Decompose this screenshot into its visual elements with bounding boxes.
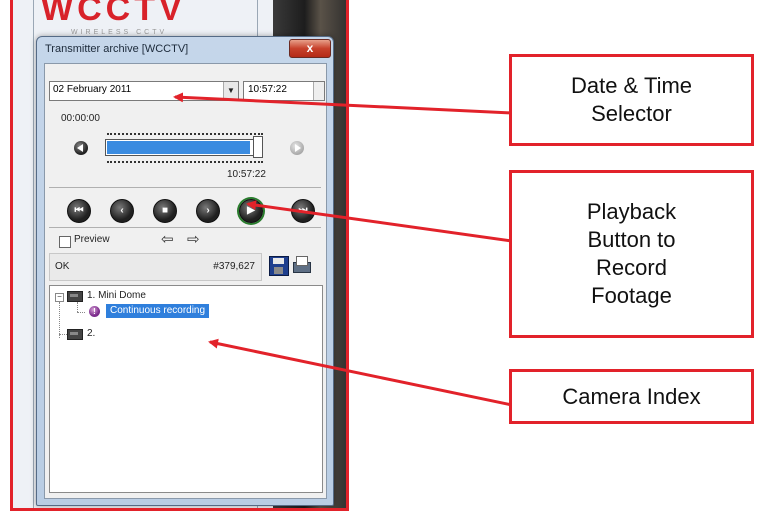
status-text: OK bbox=[55, 261, 70, 272]
status-bar: OK #379,627 bbox=[49, 253, 262, 281]
callout-line: Playback bbox=[586, 199, 677, 224]
transmitter-archive-dialog: Transmitter archive [WCCTV] x 02 Februar… bbox=[36, 36, 334, 506]
wcctv-logo: WCCTV bbox=[41, 0, 186, 28]
timeline-progress bbox=[107, 141, 250, 154]
callout-line: Selector bbox=[591, 101, 672, 126]
time-value: 10:57:22 bbox=[248, 84, 287, 95]
tree-connector bbox=[59, 334, 67, 335]
dialog-titlebar[interactable]: Transmitter archive [WCCTV] x bbox=[37, 37, 333, 63]
tree-item-label[interactable]: 1. Mini Dome bbox=[87, 290, 146, 301]
callout-text: Date & Time Selector bbox=[571, 72, 692, 128]
divider bbox=[49, 187, 321, 188]
screenshot-frame: WCCTV WIRELESS CCTV Transmitter archive … bbox=[10, 0, 349, 511]
timeline-start-time: 00:00:00 bbox=[61, 113, 100, 124]
arrow-left-icon[interactable]: ⇦ bbox=[161, 230, 174, 248]
skip-forward-button[interactable]: ⏭ bbox=[291, 199, 315, 223]
forward-icon: › bbox=[206, 205, 210, 216]
tree-item-continuous-recording[interactable]: Continuous recording bbox=[106, 304, 210, 318]
collapse-icon[interactable]: − bbox=[55, 293, 64, 302]
date-combobox[interactable]: 02 February 2011 ▼ bbox=[49, 81, 239, 101]
callout-camera-index: Camera Index bbox=[509, 369, 754, 424]
rewind-button[interactable]: ‹ bbox=[110, 199, 134, 223]
preview-label: Preview bbox=[74, 234, 110, 245]
tree-connector bbox=[77, 302, 78, 312]
rewind-icon: ‹ bbox=[120, 205, 124, 216]
camera-index-tree: − 1. Mini Dome ! Continuous recording 2. bbox=[49, 285, 323, 493]
timeline-ticks-bottom bbox=[107, 161, 263, 165]
close-button[interactable]: x bbox=[289, 39, 331, 58]
callout-playback: Playback Button to Record Footage bbox=[509, 170, 754, 338]
time-field[interactable]: 10:57:22 bbox=[243, 81, 325, 101]
callout-line: Camera Index bbox=[562, 383, 701, 409]
alert-icon: ! bbox=[89, 306, 100, 317]
camera-icon bbox=[67, 291, 83, 302]
tree-connector bbox=[59, 302, 61, 338]
callout-line: Button to bbox=[587, 227, 676, 252]
callout-line: Date & Time bbox=[570, 73, 693, 98]
play-icon: ▶ bbox=[247, 205, 255, 216]
stop-icon: ■ bbox=[161, 205, 169, 216]
callout-text: Playback Button to Record Footage bbox=[587, 198, 676, 310]
status-count: #379,627 bbox=[213, 261, 255, 272]
callout-text: Camera Index bbox=[562, 383, 700, 411]
camera-icon bbox=[67, 329, 83, 340]
skip-back-icon: ⏮ bbox=[74, 205, 84, 216]
timeline-handle[interactable] bbox=[253, 136, 263, 158]
date-value: 02 February 2011 bbox=[53, 84, 132, 95]
dialog-title: Transmitter archive [WCCTV] bbox=[45, 43, 189, 55]
divider bbox=[49, 227, 321, 228]
arrow-right-icon[interactable]: ⇨ bbox=[187, 230, 200, 248]
background-divider bbox=[33, 0, 34, 508]
timeline-end-time: 10:57:22 bbox=[227, 169, 266, 180]
timeline-ticks-top bbox=[107, 133, 263, 137]
forward-button[interactable]: › bbox=[196, 199, 220, 223]
preview-checkbox[interactable] bbox=[59, 236, 71, 248]
wcctv-logo-subtitle: WIRELESS CCTV bbox=[71, 29, 168, 36]
tree-item-label[interactable]: 2. bbox=[87, 328, 95, 339]
save-icon[interactable] bbox=[269, 256, 289, 276]
play-record-button[interactable]: ▶ bbox=[239, 199, 263, 223]
spinner-icon[interactable] bbox=[313, 82, 324, 100]
timeline-slider[interactable] bbox=[105, 139, 255, 156]
next-icon[interactable] bbox=[290, 141, 304, 155]
tree-connector bbox=[77, 312, 85, 313]
callout-line: Record bbox=[596, 255, 667, 280]
callout-date-time: Date & Time Selector bbox=[509, 54, 754, 146]
previous-icon[interactable] bbox=[74, 141, 88, 155]
skip-back-button[interactable]: ⏮ bbox=[67, 199, 91, 223]
skip-forward-icon: ⏭ bbox=[298, 205, 308, 216]
print-icon[interactable] bbox=[291, 256, 311, 274]
callout-line: Footage bbox=[591, 283, 672, 308]
stop-button[interactable]: ■ bbox=[153, 199, 177, 223]
chevron-down-icon[interactable]: ▼ bbox=[223, 82, 238, 100]
